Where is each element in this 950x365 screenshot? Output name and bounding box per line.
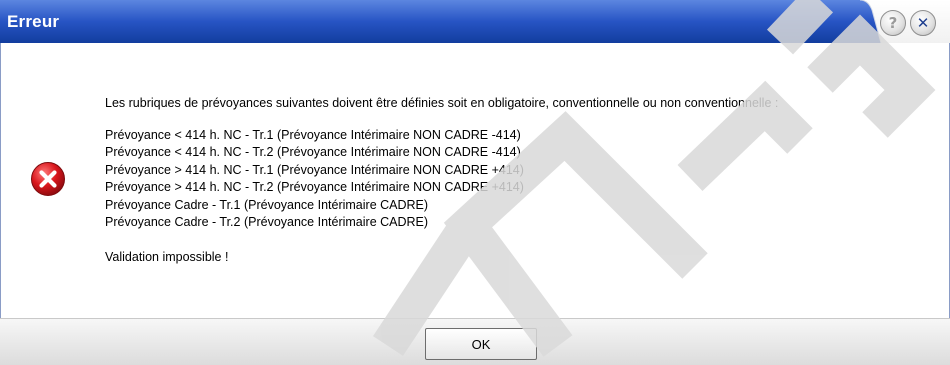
rubric-item: Prévoyance Cadre - Tr.1 (Prévoyance Inté… xyxy=(105,197,429,212)
message-intro: Les rubriques de prévoyances suivantes d… xyxy=(105,96,779,110)
dialog-body: Les rubriques de prévoyances suivantes d… xyxy=(0,43,950,318)
title-bar[interactable]: Erreur ? ✕ xyxy=(0,0,950,43)
message-footer: Validation impossible ! xyxy=(105,250,229,265)
dialog-title: Erreur xyxy=(7,12,60,31)
rubric-item: Prévoyance Cadre - Tr.2 (Prévoyance Inté… xyxy=(105,214,429,229)
rubric-item: Prévoyance < 414 h. NC - Tr.2 (Prévoyanc… xyxy=(105,145,521,160)
rubric-item: Prévoyance > 414 h. NC - Tr.2 (Prévoyanc… xyxy=(105,180,524,195)
close-icon: ✕ xyxy=(916,13,930,32)
rubric-item: Prévoyance < 414 h. NC - Tr.1 (Prévoyanc… xyxy=(105,128,521,142)
title-bar-background xyxy=(0,0,882,43)
button-bar: OK xyxy=(0,318,950,365)
rubric-item: Prévoyance > 414 h. NC - Tr.1 (Prévoyanc… xyxy=(105,162,524,177)
help-button[interactable]: ? xyxy=(880,10,906,36)
error-message: Les rubriques de prévoyances suivantes d… xyxy=(105,95,935,265)
error-icon xyxy=(31,162,65,196)
close-button[interactable]: ✕ xyxy=(910,10,936,36)
rubric-list: Prévoyance < 414 h. NC - Tr.1 (Prévoyanc… xyxy=(105,127,935,231)
ok-button[interactable]: OK xyxy=(425,328,537,360)
question-icon: ? xyxy=(888,13,898,32)
